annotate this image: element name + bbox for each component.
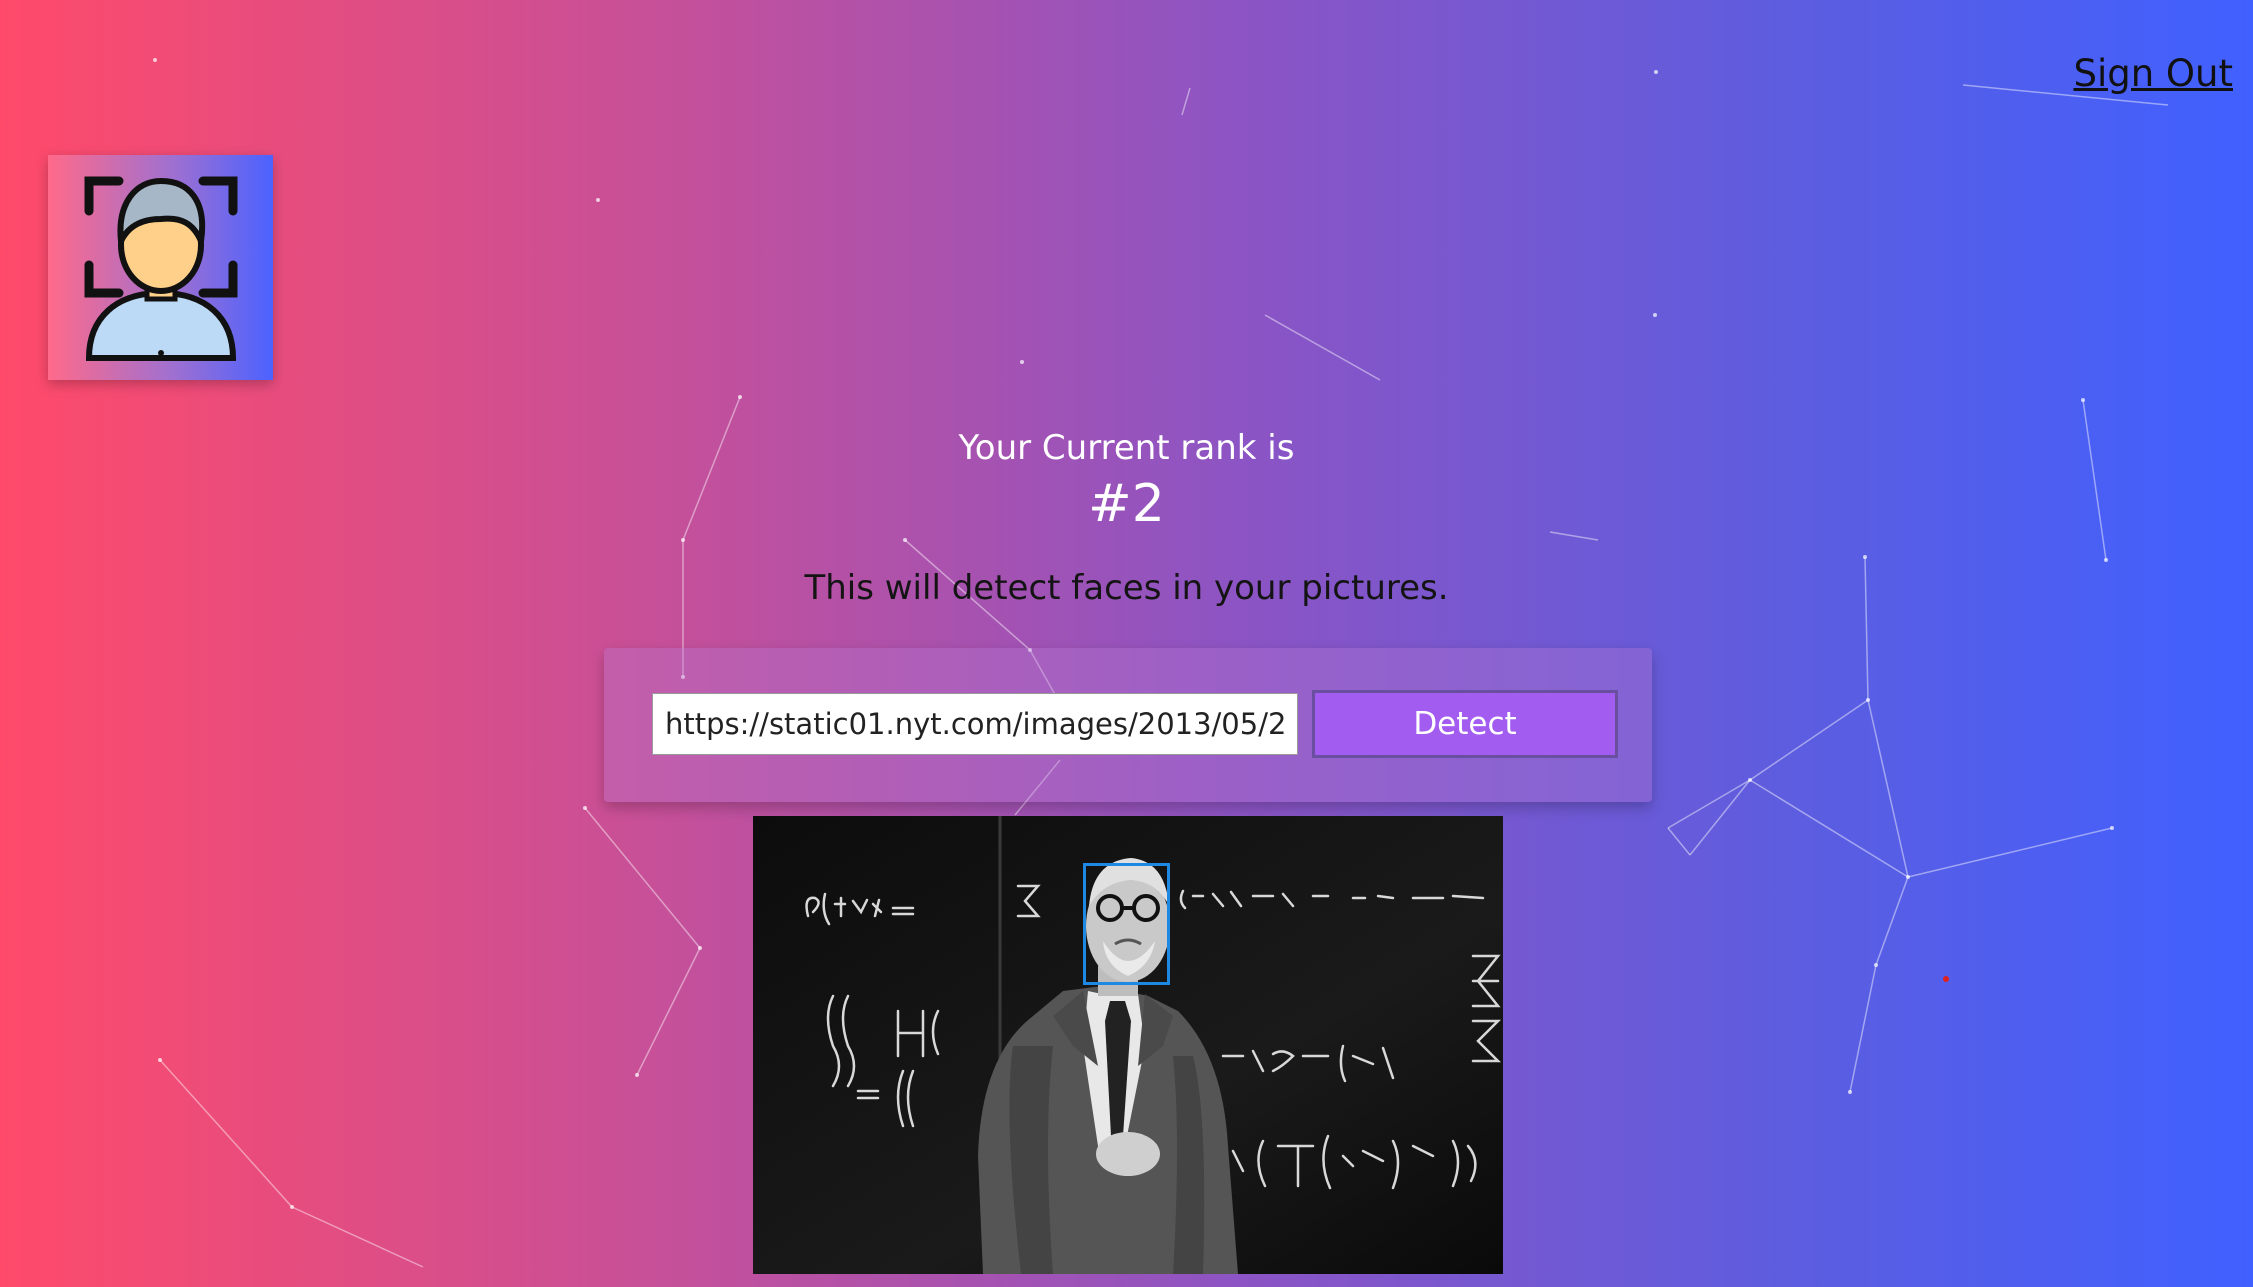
face-scan-icon (84, 176, 237, 361)
image-url-input[interactable] (652, 693, 1298, 755)
rank-value: #2 (1088, 474, 1165, 534)
rank-label: Your Current rank is (958, 428, 1295, 468)
detect-button[interactable]: Detect (1312, 690, 1618, 758)
result-image (753, 816, 1503, 1274)
face-bounding-box (1083, 863, 1170, 985)
app-logo (48, 155, 273, 380)
sign-out-link[interactable]: Sign Out (2073, 52, 2233, 95)
tagline: This will detect faces in your pictures. (804, 568, 1449, 608)
image-url-form: Detect (604, 648, 1652, 802)
